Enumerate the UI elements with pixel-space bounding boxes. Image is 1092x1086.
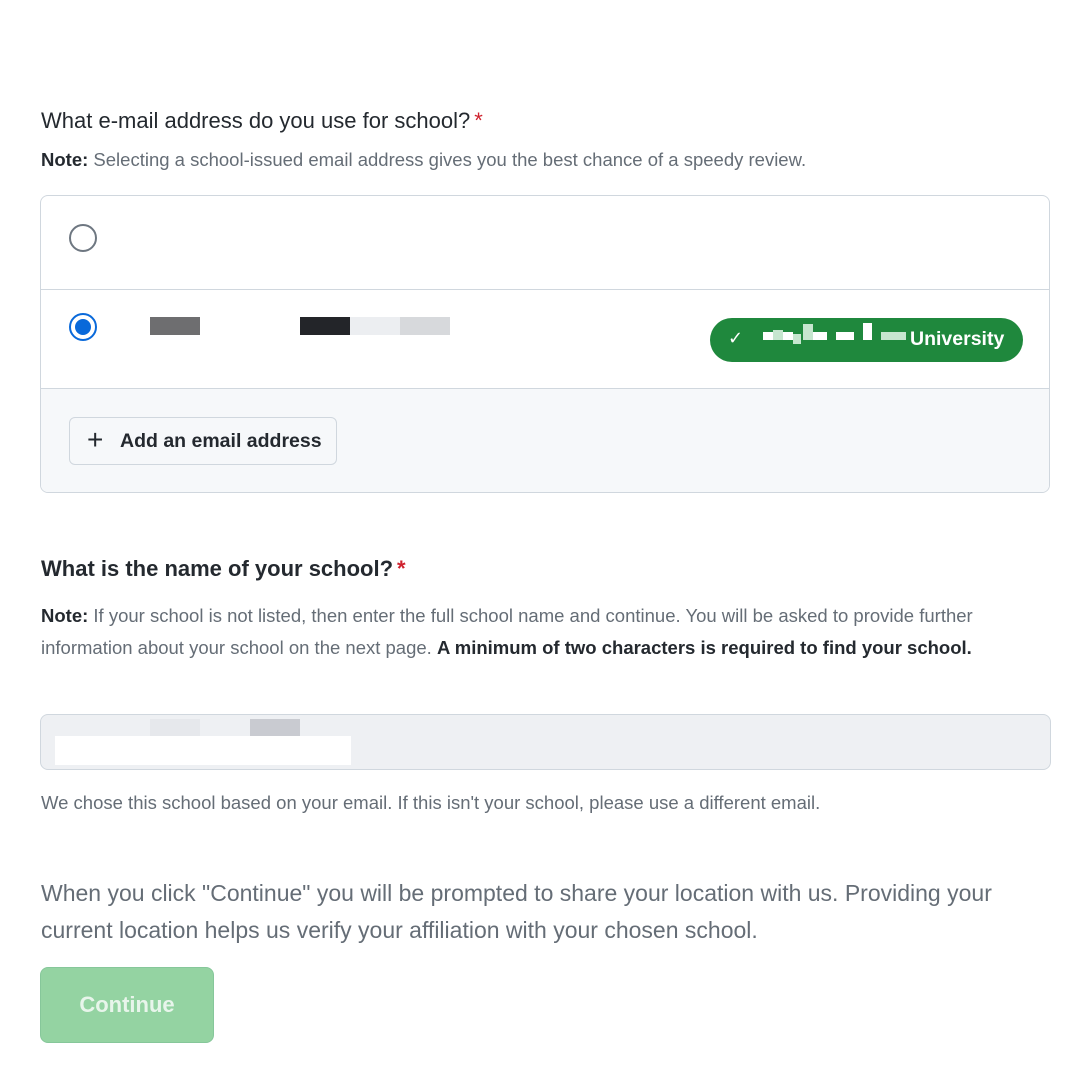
plus-icon: +	[87, 424, 104, 455]
continue-button[interactable]: Continue	[40, 967, 214, 1043]
check-icon: ✓	[728, 328, 744, 348]
email-question-text: What e-mail address do you use for schoo…	[41, 108, 471, 133]
school-note-label: Note:	[41, 605, 89, 626]
email-note-label: Note:	[41, 149, 89, 170]
required-mark: *	[397, 556, 406, 581]
school-badge-label: University	[910, 328, 1005, 350]
redacted-email-part	[300, 317, 350, 335]
redacted-school-name	[783, 332, 793, 340]
school-hint: We chose this school based on your email…	[41, 792, 821, 813]
school-name-field[interactable]	[40, 714, 1051, 770]
redacted-email-part	[350, 317, 400, 335]
redacted-school-name	[836, 332, 854, 340]
add-email-area: + Add an email address	[41, 389, 1049, 492]
school-note: Note: If your school is not listed, then…	[41, 600, 1041, 663]
email-question-title: What e-mail address do you use for schoo…	[41, 107, 483, 135]
email-options-list: ✓ University + Add an email address	[40, 195, 1050, 493]
location-notice: When you click "Continue" you will be pr…	[41, 880, 992, 943]
email-note: Note: Selecting a school-issued email ad…	[41, 144, 806, 176]
redacted-school-name	[763, 332, 773, 340]
redacted-email-part	[150, 317, 200, 335]
school-name-input[interactable]	[41, 715, 1050, 769]
redacted-school-name	[773, 330, 783, 340]
school-verification-form: What e-mail address do you use for schoo…	[0, 0, 1092, 1086]
redacted-email-part	[400, 317, 450, 335]
redacted-school-name	[813, 332, 827, 340]
redacted-school-name	[803, 324, 813, 340]
school-note-bold: A minimum of two characters is required …	[436, 636, 972, 658]
redacted-school-name	[881, 332, 906, 340]
school-match-badge: ✓ University	[710, 318, 1023, 362]
add-email-button[interactable]: + Add an email address	[69, 417, 337, 465]
email-option-selected[interactable]: ✓ University	[41, 290, 1049, 389]
email-option-radio-selected[interactable]	[69, 313, 97, 341]
redacted-school-name	[793, 334, 801, 344]
email-option[interactable]	[41, 196, 1049, 290]
school-question-text: What is the name of your school?	[41, 556, 394, 581]
add-email-label: Add an email address	[120, 430, 322, 452]
email-note-text: Selecting a school-issued email address …	[88, 149, 807, 170]
email-option-radio[interactable]	[69, 224, 97, 252]
school-question-title: What is the name of your school? *	[41, 555, 406, 583]
required-mark: *	[474, 108, 483, 133]
redacted-school-name	[863, 323, 872, 340]
